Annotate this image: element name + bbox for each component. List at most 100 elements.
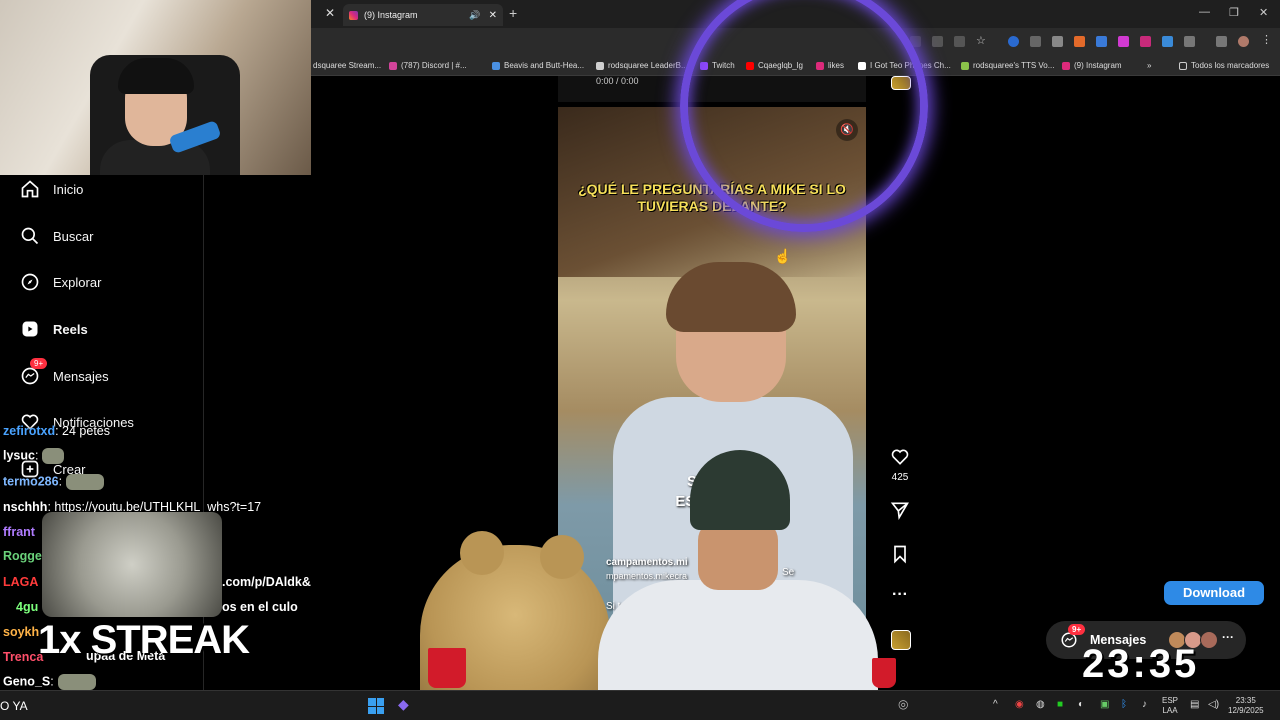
webcam-overlay <box>0 0 311 175</box>
restore-icon[interactable]: ❐ <box>1229 6 1239 19</box>
sidebar-item-buscar[interactable]: Buscar <box>20 226 93 246</box>
windows-taskbar: O YA ◆ ◎ ^ ◉ ◍ ■ ◐ ▣ ᛒ ♪ ESP LAA ▤ ◁) 23… <box>0 690 1280 720</box>
tray-app-icon[interactable]: ◉ <box>1015 699 1024 710</box>
extension-icon[interactable] <box>1030 36 1041 47</box>
chat-line: Rogge <box>3 549 42 563</box>
star-icon[interactable]: ☆ <box>976 34 987 47</box>
extension-icon[interactable] <box>1008 36 1019 47</box>
site-icon <box>961 61 969 70</box>
chat-line: ffrant <box>3 525 35 539</box>
bookmark-item[interactable]: (9) Instagram <box>1062 61 1122 70</box>
send-icon <box>890 502 909 521</box>
audio-avatar[interactable] <box>891 630 911 650</box>
chat-fragment: .com/p/DAldk& <box>222 575 311 589</box>
extension-icon[interactable] <box>1074 36 1085 47</box>
bear-ear <box>460 531 504 575</box>
close-tab-icon[interactable]: ✕ <box>489 10 497 21</box>
discord-tray-icon[interactable]: ◍ <box>1036 699 1045 710</box>
chat-line: LAGA <box>3 575 39 589</box>
bluetooth-icon[interactable]: ᛒ <box>1121 699 1127 710</box>
sidebar-item-mensajes[interactable]: 9+ Mensajes <box>20 358 109 386</box>
more-options-icon[interactable]: ··· <box>888 586 912 604</box>
windows-start-icon[interactable] <box>368 698 384 714</box>
reels-icon <box>22 321 38 337</box>
kebab-menu-icon[interactable]: ⋮ <box>1261 33 1272 46</box>
app-icon[interactable]: ◆ <box>398 696 409 713</box>
tray-overflow-icon[interactable]: ^ <box>993 699 998 710</box>
sidebar-item-explorar[interactable]: Explorar <box>20 272 101 292</box>
save-button[interactable] <box>888 544 912 569</box>
man-figure <box>598 450 878 720</box>
red-cup <box>428 648 466 688</box>
stream-clock: 23:35 <box>1082 642 1200 686</box>
speaker-icon[interactable]: 🔊 <box>469 10 480 21</box>
notification-badge: 9+ <box>30 358 48 369</box>
bookmark-item[interactable]: rodsquaree's TTS Vo... <box>961 61 1054 70</box>
download-button[interactable]: Download <box>1164 581 1264 605</box>
sidebar-item-reels[interactable]: Reels <box>20 319 88 339</box>
like-button[interactable] <box>888 447 912 472</box>
extension-icon[interactable] <box>1118 36 1129 47</box>
tab-title: (9) Instagram <box>364 10 418 20</box>
bear-ear <box>540 535 584 579</box>
sidebar-item-inicio[interactable]: Inicio <box>20 179 83 199</box>
reading-list-icon[interactable] <box>1216 36 1227 47</box>
share-button[interactable] <box>888 500 912 525</box>
home-icon <box>21 180 39 198</box>
taskbar-clock[interactable]: 23:35 12/9/2025 <box>1228 696 1264 716</box>
folder-icon <box>1179 61 1187 70</box>
network-icon[interactable]: ▤ <box>1190 699 1199 710</box>
streak-overlay: 1x STREAK <box>38 618 250 662</box>
site-icon <box>492 61 500 70</box>
bookmark-item[interactable]: dsquaree Stream... <box>313 61 381 70</box>
steam-tray-icon[interactable]: ◐ <box>1078 699 1084 710</box>
minimize-icon[interactable]: — <box>1199 6 1210 18</box>
volume-icon[interactable]: ◁) <box>1208 699 1219 710</box>
chat-line: soykh <box>3 625 40 639</box>
puzzle-icon[interactable] <box>1184 36 1195 47</box>
man-neck <box>698 520 778 590</box>
instagram-favicon-icon <box>349 10 358 20</box>
bookmarks-folder[interactable]: Todos los marcadores <box>1179 61 1269 70</box>
extension-icon[interactable] <box>1096 36 1107 47</box>
more-icon[interactable]: ··· <box>1222 630 1234 644</box>
new-tab-icon[interactable]: + <box>509 5 517 21</box>
chat-emote <box>57 674 96 690</box>
chat-fragment: os en el culo <box>222 600 298 614</box>
bookmark-item[interactable]: rodsquaree LeaderB... <box>596 61 688 70</box>
tray-app-icon[interactable]: ▣ <box>1100 699 1109 710</box>
heart-icon <box>891 449 909 465</box>
window-close-icon[interactable]: ✕ <box>1259 6 1268 19</box>
bookmark-icon <box>894 545 906 564</box>
man-cap <box>690 450 790 530</box>
discord-icon <box>389 61 397 70</box>
tray-app-icon[interactable]: ■ <box>1057 699 1063 710</box>
chat-line: lysuc: <box>3 448 65 464</box>
video-time: 0:00 / 0:00 <box>596 76 639 86</box>
close-icon[interactable]: ✕ <box>325 6 335 20</box>
app-icon[interactable]: ◎ <box>898 697 908 711</box>
notification-badge: 9+ <box>1068 624 1086 635</box>
bookmark-item[interactable]: Beavis and Butt-Hea... <box>492 61 584 70</box>
taskbar-left-text: O YA <box>0 699 28 713</box>
extension-icon[interactable] <box>1162 36 1173 47</box>
profile-avatar[interactable] <box>1238 36 1249 47</box>
camera-icon[interactable] <box>1052 36 1063 47</box>
zoom-icon[interactable] <box>932 36 943 47</box>
chat-line: termo286: <box>3 474 105 490</box>
extension-icon[interactable] <box>1140 36 1151 47</box>
messenger-icon <box>21 367 39 385</box>
bookmarks-overflow-icon[interactable]: » <box>1147 61 1151 70</box>
bookmark-item[interactable]: (787) Discord | #... <box>389 61 467 70</box>
red-cup <box>872 658 896 688</box>
chat-emote <box>42 448 65 464</box>
tab-instagram[interactable]: (9) Instagram 🔊 ✕ <box>343 4 503 26</box>
instagram-icon <box>1062 61 1070 70</box>
avatar <box>1200 631 1218 649</box>
mouse-cursor: ☝ <box>774 248 792 264</box>
language-indicator[interactable]: ESP LAA <box>1162 696 1178 716</box>
eye-off-icon[interactable] <box>954 36 965 47</box>
search-icon <box>21 227 39 245</box>
microphone-icon[interactable]: ♪ <box>1142 699 1147 710</box>
like-count: 425 <box>891 472 909 483</box>
